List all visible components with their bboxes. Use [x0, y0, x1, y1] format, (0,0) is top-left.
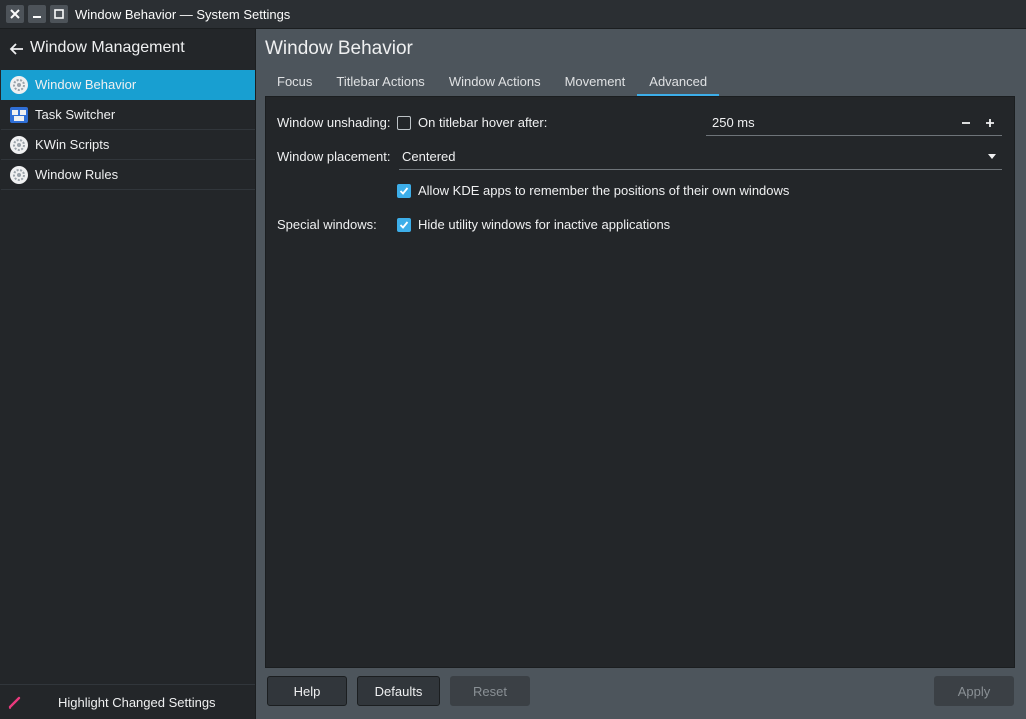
highlight-changed-settings-label: Highlight Changed Settings [58, 695, 216, 710]
tab-advanced[interactable]: Advanced [637, 70, 719, 96]
sidebar: Window Management Window Behavior Task S… [0, 29, 256, 719]
maximize-icon [54, 9, 64, 19]
close-button[interactable] [6, 5, 24, 23]
unshading-label: Window unshading: [277, 115, 391, 130]
help-button[interactable]: Help [267, 676, 347, 706]
apply-button[interactable]: Apply [934, 676, 1014, 706]
highlight-pen-icon [8, 696, 21, 709]
sidebar-item-kwin-scripts[interactable]: KWin Scripts [1, 130, 255, 160]
unshading-delay-value[interactable]: 250 ms [712, 115, 755, 130]
page-title: Window Behavior [265, 38, 413, 59]
sidebar-item-task-switcher[interactable]: Task Switcher [1, 100, 255, 130]
minus-icon [962, 122, 970, 124]
special-windows-label: Special windows: [277, 217, 377, 232]
sidebar-item-label: Window Behavior [35, 77, 137, 92]
main-content: Window Behavior Focus Titlebar Actions W… [256, 29, 1026, 719]
task-switcher-icon [10, 107, 28, 123]
hide-utility-windows-label[interactable]: Hide utility windows for inactive applic… [418, 217, 670, 232]
chevron-down-icon[interactable] [987, 153, 997, 161]
reset-button[interactable]: Reset [450, 676, 530, 706]
gear-icon [10, 76, 28, 94]
placement-label: Window placement: [277, 149, 391, 164]
sidebar-item-window-rules[interactable]: Window Rules [1, 160, 255, 190]
remember-positions-label[interactable]: Allow KDE apps to remember the positions… [418, 183, 789, 198]
highlight-changed-settings-button[interactable]: Highlight Changed Settings [0, 684, 255, 719]
tab-movement[interactable]: Movement [553, 70, 638, 96]
combobox-underline [399, 169, 1002, 170]
advanced-panel: Window unshading: On titlebar hover afte… [265, 96, 1015, 668]
spinbox-underline [706, 135, 1002, 136]
plus-icon [986, 119, 994, 127]
window-titlebar: Window Behavior — System Settings [0, 0, 1026, 29]
gear-icon [10, 166, 28, 184]
sidebar-header: Window Management [0, 29, 255, 69]
hide-utility-windows-checkbox[interactable] [397, 218, 411, 232]
tab-focus[interactable]: Focus [265, 70, 324, 96]
sidebar-item-window-behavior[interactable]: Window Behavior [1, 70, 255, 100]
gear-icon [10, 136, 28, 154]
checkmark-icon [399, 187, 409, 195]
window-title: Window Behavior — System Settings [75, 7, 291, 22]
unshading-checkbox-label[interactable]: On titlebar hover after: [418, 115, 547, 130]
sidebar-item-label: Task Switcher [35, 107, 116, 122]
remember-positions-checkbox[interactable] [397, 184, 411, 198]
decrease-button[interactable] [959, 116, 973, 130]
sidebar-list: Window Behavior Task Switcher KWin Scrip… [1, 70, 255, 190]
back-arrow-icon[interactable] [9, 41, 25, 57]
sidebar-item-label: Window Rules [35, 167, 119, 182]
tab-bar: Focus Titlebar Actions Window Actions Mo… [265, 70, 719, 96]
defaults-button[interactable]: Defaults [357, 676, 440, 706]
maximize-button[interactable] [50, 5, 68, 23]
placement-combobox[interactable]: Centered [402, 149, 455, 164]
unshading-checkbox[interactable] [397, 116, 411, 130]
sidebar-title: Window Management [30, 39, 185, 56]
minimize-icon [33, 16, 41, 18]
minimize-button[interactable] [28, 5, 46, 23]
tab-window-actions[interactable]: Window Actions [437, 70, 553, 96]
close-icon [10, 9, 20, 19]
increase-button[interactable] [983, 116, 997, 130]
sidebar-item-label: KWin Scripts [35, 137, 110, 152]
tab-titlebar-actions[interactable]: Titlebar Actions [324, 70, 436, 96]
checkmark-icon [399, 221, 409, 229]
